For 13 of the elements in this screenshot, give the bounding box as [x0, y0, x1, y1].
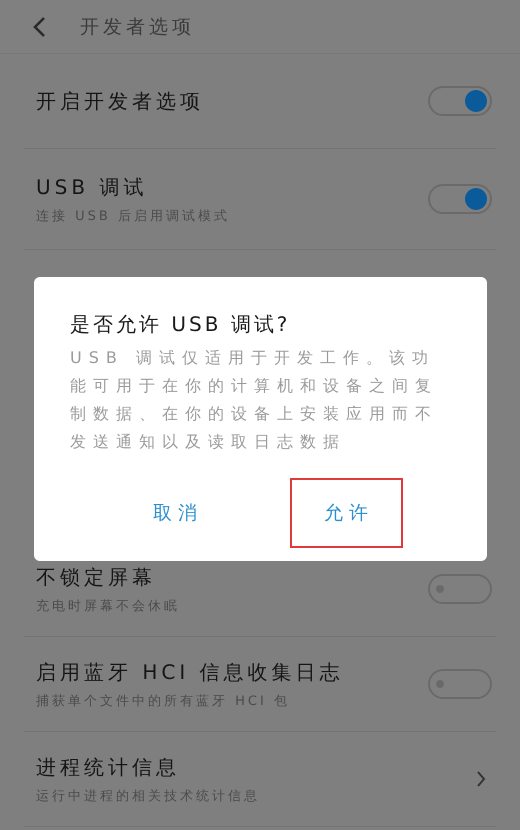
setting-title: USB 调试: [36, 174, 148, 200]
setting-title: 不锁定屏幕: [36, 564, 157, 590]
back-button[interactable]: [32, 16, 46, 38]
setting-title: 启用蓝牙 HCI 信息收集日志: [36, 658, 344, 686]
dialog-title: 是否允许 USB 调试?: [70, 311, 292, 338]
setting-title: 进程统计信息: [36, 754, 181, 780]
chevron-right-icon[interactable]: [476, 771, 486, 787]
dialog-button[interactable]: 允许: [290, 478, 402, 548]
dialog-message: USB 调试仅适用于开发工作。该功能可用于在你的计算机和设备之间复制数据、在你的设备上安装应用而不发送通知以及读取日志数据: [70, 347, 439, 453]
page-title: 开发者选项: [80, 14, 195, 40]
setting-title: 开启开发者选项: [36, 88, 204, 114]
toggle-switch[interactable]: [428, 86, 492, 116]
toggle-switch[interactable]: [428, 184, 492, 214]
